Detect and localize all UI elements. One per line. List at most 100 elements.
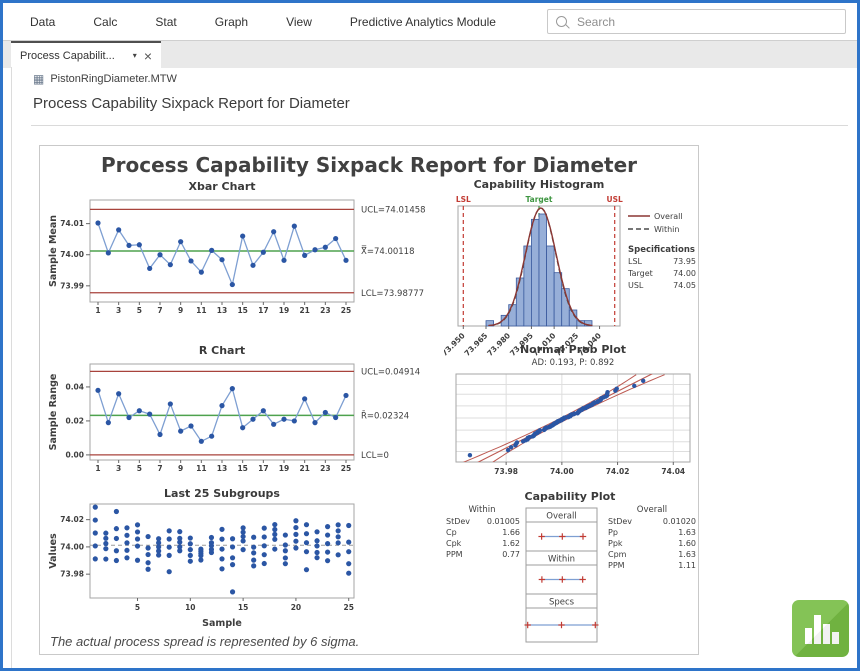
svg-text:Cpk: Cpk: [446, 539, 462, 548]
menu-item-calc[interactable]: Calc: [93, 15, 117, 29]
svg-text:17: 17: [258, 464, 268, 473]
svg-text:LCL=73.98777: LCL=73.98777: [361, 289, 424, 299]
svg-text:Cpm: Cpm: [608, 550, 627, 559]
worksheet-name: PistonRingDiameter.MTW: [50, 73, 177, 85]
svg-text:11: 11: [196, 306, 206, 315]
divider: [31, 125, 848, 126]
svg-text:Specifications: Specifications: [628, 245, 695, 255]
svg-text:1.66: 1.66: [502, 528, 520, 537]
svg-text:1: 1: [95, 306, 100, 315]
r-chart: R ChartSample Range0.000.020.04135791113…: [44, 342, 448, 490]
logo-bar: [823, 624, 830, 644]
svg-text:Within: Within: [654, 225, 679, 234]
svg-text:5: 5: [137, 306, 142, 315]
svg-text:15: 15: [237, 306, 247, 315]
svg-text:7: 7: [157, 464, 162, 473]
svg-text:Overall: Overall: [654, 212, 683, 221]
worksheet-link[interactable]: ▦ PistonRingDiameter.MTW: [33, 73, 177, 85]
svg-text:LSL: LSL: [628, 257, 643, 266]
svg-text:Cp: Cp: [446, 528, 457, 537]
svg-text:1.11: 1.11: [678, 561, 696, 570]
svg-text:LCL=0: LCL=0: [361, 451, 389, 461]
svg-text:9: 9: [178, 306, 183, 315]
search-input[interactable]: [575, 14, 837, 30]
svg-text:25: 25: [341, 306, 351, 315]
svg-text:74.00: 74.00: [550, 467, 574, 476]
svg-text:19: 19: [279, 464, 289, 473]
svg-text:R̄=0.02324: R̄=0.02324: [361, 410, 409, 422]
close-icon[interactable]: ×: [144, 49, 152, 63]
menu-item-graph[interactable]: Graph: [215, 15, 248, 29]
svg-text:10: 10: [185, 603, 195, 612]
svg-text:1.60: 1.60: [678, 539, 696, 548]
normal-prob-plot: Normal Prob PlotAD: 0.193, P: 0.89273.98…: [442, 342, 700, 490]
pane-divider: [11, 67, 12, 668]
svg-text:0.77: 0.77: [502, 550, 520, 559]
page-title: Process Capability Sixpack Report for Di…: [33, 95, 350, 112]
svg-text:15: 15: [238, 603, 248, 612]
svg-text:Specs: Specs: [549, 598, 575, 608]
svg-text:X̿=74.00118: X̿=74.00118: [361, 246, 415, 258]
svg-text:Xbar Chart: Xbar Chart: [188, 180, 255, 193]
minitab-logo-icon: [792, 600, 849, 657]
svg-text:R Chart: R Chart: [199, 344, 245, 357]
report-footnote: The actual process spread is represented…: [50, 634, 359, 649]
svg-text:0.04: 0.04: [65, 382, 84, 391]
svg-text:20: 20: [291, 603, 301, 612]
logo-bar: [814, 615, 821, 644]
svg-text:3: 3: [116, 464, 121, 473]
svg-text:LSL: LSL: [456, 195, 471, 204]
search-box[interactable]: [547, 9, 846, 34]
logo-bar: [805, 628, 812, 644]
svg-text:PPM: PPM: [446, 550, 463, 559]
svg-text:Pp: Pp: [608, 528, 618, 537]
svg-text:21: 21: [299, 306, 309, 315]
svg-text:StDev: StDev: [446, 517, 470, 526]
svg-text:3: 3: [116, 306, 121, 315]
svg-text:11: 11: [196, 464, 206, 473]
svg-text:13: 13: [217, 464, 227, 473]
menu-item-predictive-analytics-module[interactable]: Predictive Analytics Module: [350, 15, 496, 29]
svg-text:Sample: Sample: [202, 618, 242, 629]
menu-items: Data Calc Stat Graph View Predictive Analytic…: [30, 3, 496, 40]
svg-text:Capability Histogram: Capability Histogram: [474, 178, 605, 191]
svg-text:74.05: 74.05: [673, 281, 696, 290]
svg-text:74.01: 74.01: [60, 219, 84, 228]
svg-text:Capability Plot: Capability Plot: [525, 490, 616, 503]
menu-item-view[interactable]: View: [286, 15, 312, 29]
svg-text:7: 7: [157, 306, 162, 315]
report-title: Process Capability Sixpack Report for Di…: [40, 153, 698, 177]
worksheet-icon: ▦: [33, 73, 44, 85]
svg-text:1.62: 1.62: [502, 539, 520, 548]
svg-text:25: 25: [344, 603, 354, 612]
svg-text:5: 5: [135, 603, 140, 612]
svg-text:0.01005: 0.01005: [487, 517, 520, 526]
svg-text:15: 15: [237, 464, 247, 473]
svg-text:73.99: 73.99: [60, 281, 84, 290]
svg-text:PPM: PPM: [608, 561, 625, 570]
xbar-chart: Xbar ChartSample Mean73.9974.0074.011357…: [44, 178, 448, 330]
menu-bar: Data Calc Stat Graph View Predictive Analytic…: [3, 3, 857, 41]
capability-plot: Capability PlotOverallWithinSpecsWithinS…: [442, 488, 700, 658]
svg-text:74.00: 74.00: [673, 269, 696, 278]
svg-text:Target: Target: [627, 269, 653, 278]
logo-bar: [832, 632, 839, 644]
svg-text:Overall: Overall: [637, 505, 667, 515]
chevron-down-icon[interactable]: ▾: [133, 51, 137, 60]
svg-text:13: 13: [217, 306, 227, 315]
tab-process-capability[interactable]: Process Capabilit... ▾ ×: [11, 41, 161, 68]
svg-text:UCL=74.01458: UCL=74.01458: [361, 205, 426, 215]
tab-label: Process Capabilit...: [20, 50, 126, 62]
menu-item-stat[interactable]: Stat: [155, 15, 176, 29]
search-icon: [556, 16, 567, 27]
menu-item-data[interactable]: Data: [30, 15, 55, 29]
svg-text:23: 23: [320, 306, 330, 315]
svg-text:0.02: 0.02: [65, 416, 84, 425]
svg-text:Ppk: Ppk: [608, 539, 623, 548]
svg-text:0.00: 0.00: [65, 450, 84, 459]
app-window: Data Calc Stat Graph View Predictive Analytic…: [0, 0, 860, 671]
svg-text:Last 25 Subgroups: Last 25 Subgroups: [164, 488, 280, 500]
svg-text:USL: USL: [607, 195, 623, 204]
svg-text:74.00: 74.00: [60, 542, 84, 551]
svg-text:Within: Within: [468, 505, 495, 515]
